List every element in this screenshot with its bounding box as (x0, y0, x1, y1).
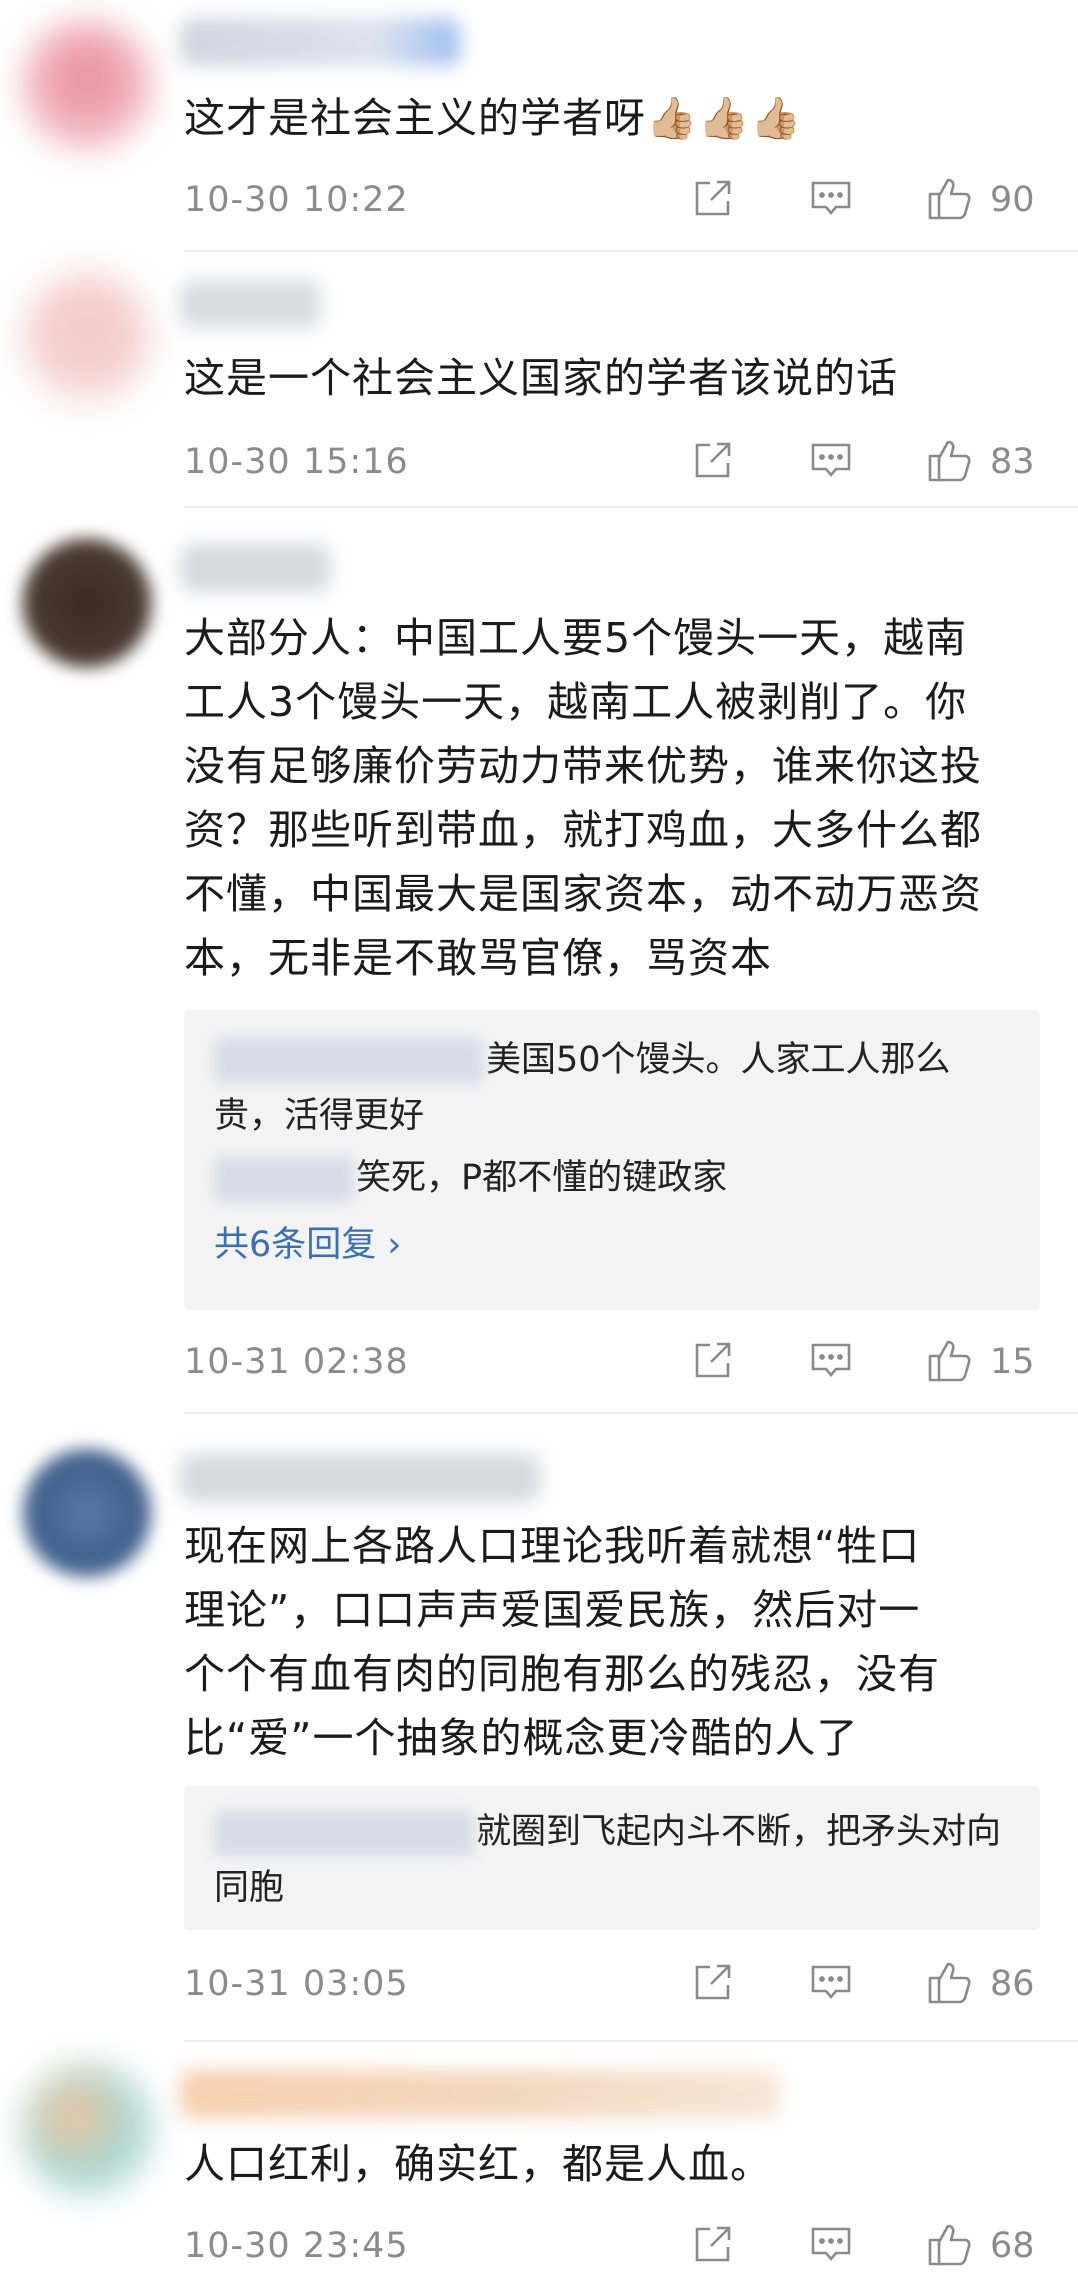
reply-username-blurred[interactable] (214, 1038, 484, 1084)
comment-meta: 10-30 23:45 68 (184, 2218, 1040, 2274)
avatar[interactable] (22, 272, 152, 402)
like-button[interactable]: 15 (926, 1336, 1040, 1388)
comment-icon[interactable] (808, 437, 854, 487)
reply-item[interactable]: 笑死，P都不懂的键政家 (184, 1150, 1040, 1206)
avatar[interactable] (22, 1448, 152, 1578)
thumbs-up-icon (926, 2220, 974, 2272)
more-replies-link[interactable]: 共6条回复 › (184, 1216, 1040, 1267)
comment-time: 10-30 23:45 (184, 2226, 409, 2266)
username-blurred[interactable] (180, 18, 460, 66)
like-count: 90 (990, 180, 1035, 220)
comment-actions: 68 (690, 2220, 1040, 2272)
username-blurred[interactable] (180, 544, 330, 592)
reply-item[interactable]: 就圈到飞起内斗不断，把矛头对向同胞 (184, 1804, 1040, 1916)
comment-icon[interactable] (808, 1959, 854, 2009)
like-button[interactable]: 90 (926, 174, 1040, 226)
comment-icon[interactable] (808, 175, 854, 225)
comment-actions: 15 (690, 1336, 1040, 1388)
reply-box[interactable]: 美国50个馒头。人家工人那么贵，活得更好 笑死，P都不懂的键政家 共6条回复 › (184, 1010, 1040, 1310)
username-blurred[interactable] (180, 280, 320, 328)
share-icon[interactable] (690, 1959, 736, 2009)
like-button[interactable]: 83 (926, 436, 1040, 488)
username-blurred[interactable] (180, 1454, 540, 1502)
comment-meta: 10-30 10:22 90 (184, 172, 1040, 228)
like-count: 68 (990, 2226, 1035, 2266)
comment-text: 这是一个社会主义国家的学者该说的话 (184, 354, 898, 402)
thumbs-up-icon (926, 1958, 974, 2010)
reply-username-blurred[interactable] (214, 1156, 354, 1202)
comment-time: 10-31 03:05 (184, 1964, 409, 2004)
comment-text: 现在网上各路人口理论我听着就想“牲口 理论”，口口声声爱国爱民族，然后对一 个个… (184, 1522, 940, 1762)
comment-item: 这才是社会主义的学者呀👍🏼👍🏼👍🏼 10-30 10:22 90 (0, 0, 1078, 250)
like-count: 83 (990, 442, 1035, 482)
like-count: 15 (990, 1342, 1035, 1382)
avatar[interactable] (22, 2064, 152, 2194)
thumbs-up-icon (926, 1336, 974, 1388)
thumbs-up-icon (926, 436, 974, 488)
username-blurred[interactable] (180, 2070, 780, 2118)
reply-box[interactable]: 就圈到飞起内斗不断，把矛头对向同胞 (184, 1786, 1040, 1930)
comment-meta: 10-31 03:05 86 (184, 1956, 1040, 2012)
avatar[interactable] (22, 538, 152, 668)
reply-username-blurred[interactable] (214, 1810, 474, 1856)
comment-item: 这是一个社会主义国家的学者该说的话 10-30 15:16 83 (0, 252, 1078, 502)
like-button[interactable]: 86 (926, 1958, 1040, 2010)
comment-item: 现在网上各路人口理论我听着就想“牲口 理论”，口口声声爱国爱民族，然后对一 个个… (0, 1414, 1078, 2034)
thumbs-up-icon (926, 174, 974, 226)
comment-text: 这才是社会主义的学者呀👍🏼👍🏼👍🏼 (184, 94, 803, 142)
share-icon[interactable] (690, 2221, 736, 2271)
share-icon[interactable] (690, 175, 736, 225)
comment-actions: 86 (690, 1958, 1040, 2010)
comment-text: 大部分人：中国工人要5个馒头一天，越南 工人3个馒头一天，越南工人被剥削了。你 … (184, 614, 982, 982)
comment-meta: 10-31 02:38 15 (184, 1334, 1040, 1390)
comment-time: 10-31 02:38 (184, 1342, 409, 1382)
comment-item: 人口红利，确实红，都是人血。 10-30 23:45 68 (0, 2042, 1078, 2292)
reply-text: 笑死，P都不懂的键政家 (356, 1158, 728, 1198)
comment-time: 10-30 15:16 (184, 442, 409, 482)
share-icon[interactable] (690, 437, 736, 487)
comment-actions: 83 (690, 436, 1040, 488)
reply-item[interactable]: 美国50个馒头。人家工人那么贵，活得更好 (184, 1032, 1040, 1144)
comment-actions: 90 (690, 174, 1040, 226)
like-button[interactable]: 68 (926, 2220, 1040, 2272)
share-icon[interactable] (690, 1337, 736, 1387)
comment-meta: 10-30 15:16 83 (184, 434, 1040, 490)
comment-icon[interactable] (808, 1337, 854, 1387)
comment-icon[interactable] (808, 2221, 854, 2271)
avatar[interactable] (22, 20, 152, 150)
comment-time: 10-30 10:22 (184, 180, 409, 220)
comment-text: 人口红利，确实红，都是人血。 (184, 2140, 772, 2188)
comment-item: 大部分人：中国工人要5个馒头一天，越南 工人3个馒头一天，越南工人被剥削了。你 … (0, 508, 1078, 1408)
like-count: 86 (990, 1964, 1035, 2004)
